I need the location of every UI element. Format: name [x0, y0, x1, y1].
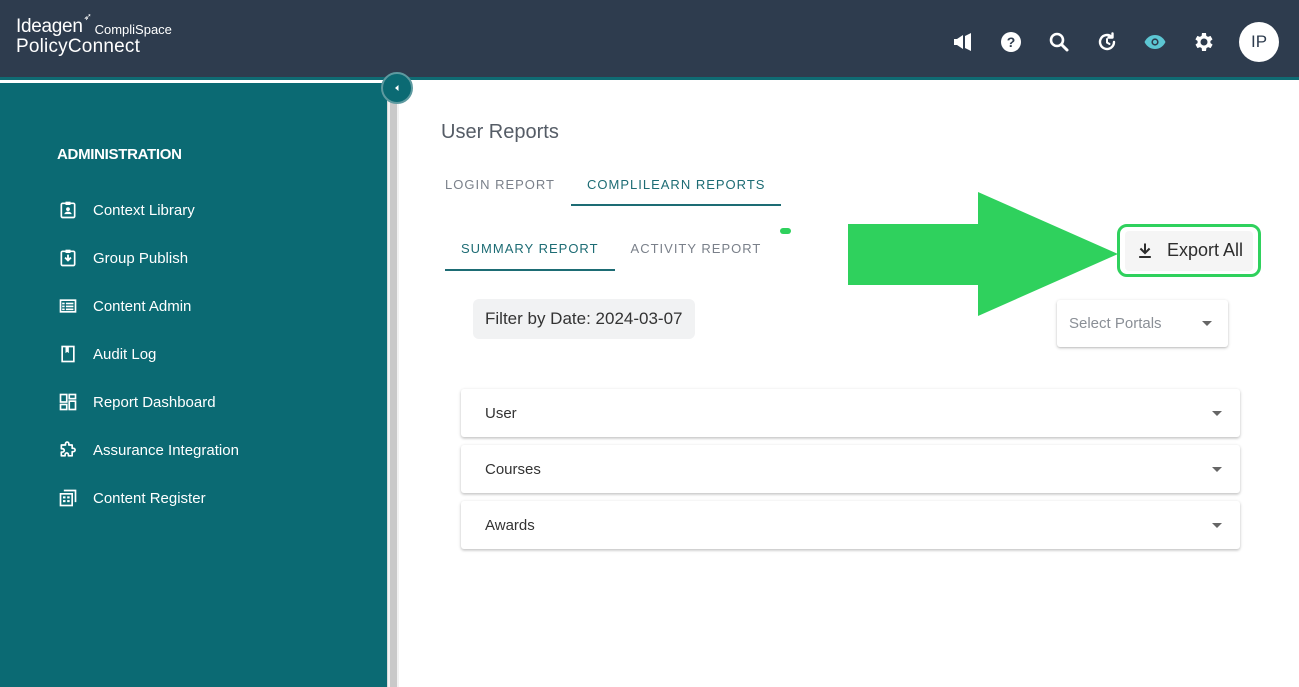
sidebar-item-label: Report Dashboard	[93, 393, 216, 411]
select-portals-dropdown[interactable]: Select Portals	[1057, 300, 1228, 347]
sidebar-nav: Context Library Group Publish Content Ad…	[58, 186, 239, 522]
tab-login-report[interactable]: LOGIN REPORT	[429, 162, 571, 206]
export-highlight: Export All	[1117, 224, 1261, 277]
sidebar-item-context-library[interactable]: Context Library	[58, 186, 239, 234]
tab-activity-report[interactable]: ACTIVITY REPORT	[615, 226, 778, 271]
sidebar-item-content-admin[interactable]: Content Admin	[58, 282, 239, 330]
panel-label: Awards	[485, 516, 535, 534]
help-icon[interactable]: ?	[987, 23, 1035, 61]
puzzle-icon	[60, 441, 76, 457]
report-panels: User Courses Awards	[461, 389, 1240, 557]
download-icon	[1139, 243, 1151, 258]
chevron-down-icon	[1212, 522, 1222, 528]
annotation-dot	[780, 228, 791, 234]
panel-label: Courses	[485, 460, 541, 478]
logo-brand: Ideagen ➶	[16, 12, 92, 37]
logo-product: PolicyConnect	[16, 36, 141, 57]
bookmark-icon	[61, 345, 75, 363]
panel-user[interactable]: User	[461, 389, 1240, 437]
sidebar-item-label: Assurance Integration	[93, 441, 239, 459]
annotation-arrow-icon	[848, 192, 1118, 316]
logo-brand-sub: CompliSpace	[94, 22, 172, 37]
sidebar-item-audit-log[interactable]: Audit Log	[58, 330, 239, 378]
report-tabs: LOGIN REPORT COMPLILEARN REPORTS	[429, 162, 782, 206]
sidebar-item-label: Group Publish	[93, 249, 189, 267]
collapse-sidebar-button[interactable]	[381, 72, 413, 104]
tab-complilearn-reports[interactable]: COMPLILEARN REPORTS	[571, 162, 782, 206]
search-icon[interactable]	[1035, 23, 1083, 61]
sidebar-item-label: Audit Log	[93, 345, 157, 363]
panel-awards[interactable]: Awards	[461, 501, 1240, 549]
contact-card-icon	[60, 201, 76, 219]
sidebar-heading: ADMINISTRATION	[57, 146, 182, 163]
gear-icon[interactable]	[1179, 23, 1227, 61]
chevron-down-icon	[1212, 466, 1222, 472]
sidebar-item-group-publish[interactable]: Group Publish	[58, 234, 239, 282]
dashboard-icon	[59, 393, 77, 411]
chevron-left-icon	[395, 85, 399, 91]
megaphone-icon[interactable]	[939, 23, 987, 61]
top-bar: Ideagen ➶ CompliSpace PolicyConnect ? IP	[0, 0, 1299, 80]
chevron-down-icon	[1202, 321, 1212, 326]
export-all-label: Export All	[1166, 240, 1244, 260]
register-icon	[59, 489, 77, 507]
tab-summary-report[interactable]: SUMMARY REPORT	[445, 226, 615, 271]
subreport-tabs: SUMMARY REPORT ACTIVITY REPORT	[445, 226, 777, 271]
sidebar-item-assurance-integration[interactable]: Assurance Integration	[58, 426, 239, 474]
eye-icon[interactable]	[1131, 23, 1179, 61]
sidebar-item-label: Context Library	[93, 201, 195, 219]
download-box-icon	[60, 249, 76, 267]
logo[interactable]: Ideagen ➶ CompliSpace PolicyConnect	[16, 12, 172, 58]
select-portals-placeholder: Select Portals	[1069, 315, 1162, 332]
panel-courses[interactable]: Courses	[461, 445, 1240, 493]
top-icon-bar: ? IP	[939, 22, 1279, 62]
page-title: User Reports	[441, 121, 559, 143]
sidebar-item-label: Content Register	[93, 489, 206, 507]
history-icon[interactable]	[1083, 23, 1131, 61]
svg-text:?: ?	[1007, 34, 1016, 50]
sidebar-resize-handle[interactable]	[387, 83, 399, 687]
sidebar-item-report-dashboard[interactable]: Report Dashboard	[58, 378, 239, 426]
panel-label: User	[485, 404, 517, 422]
export-all-button[interactable]: Export All	[1125, 230, 1253, 271]
sidebar-scrollbar[interactable]	[390, 83, 397, 687]
sidebar-item-label: Content Admin	[93, 297, 192, 315]
list-icon	[59, 299, 77, 313]
avatar[interactable]: IP	[1239, 22, 1279, 62]
filter-by-date-chip[interactable]: Filter by Date: 2024-03-07	[473, 299, 695, 339]
chevron-down-icon	[1212, 410, 1222, 416]
sidebar-item-content-register[interactable]: Content Register	[58, 474, 239, 522]
